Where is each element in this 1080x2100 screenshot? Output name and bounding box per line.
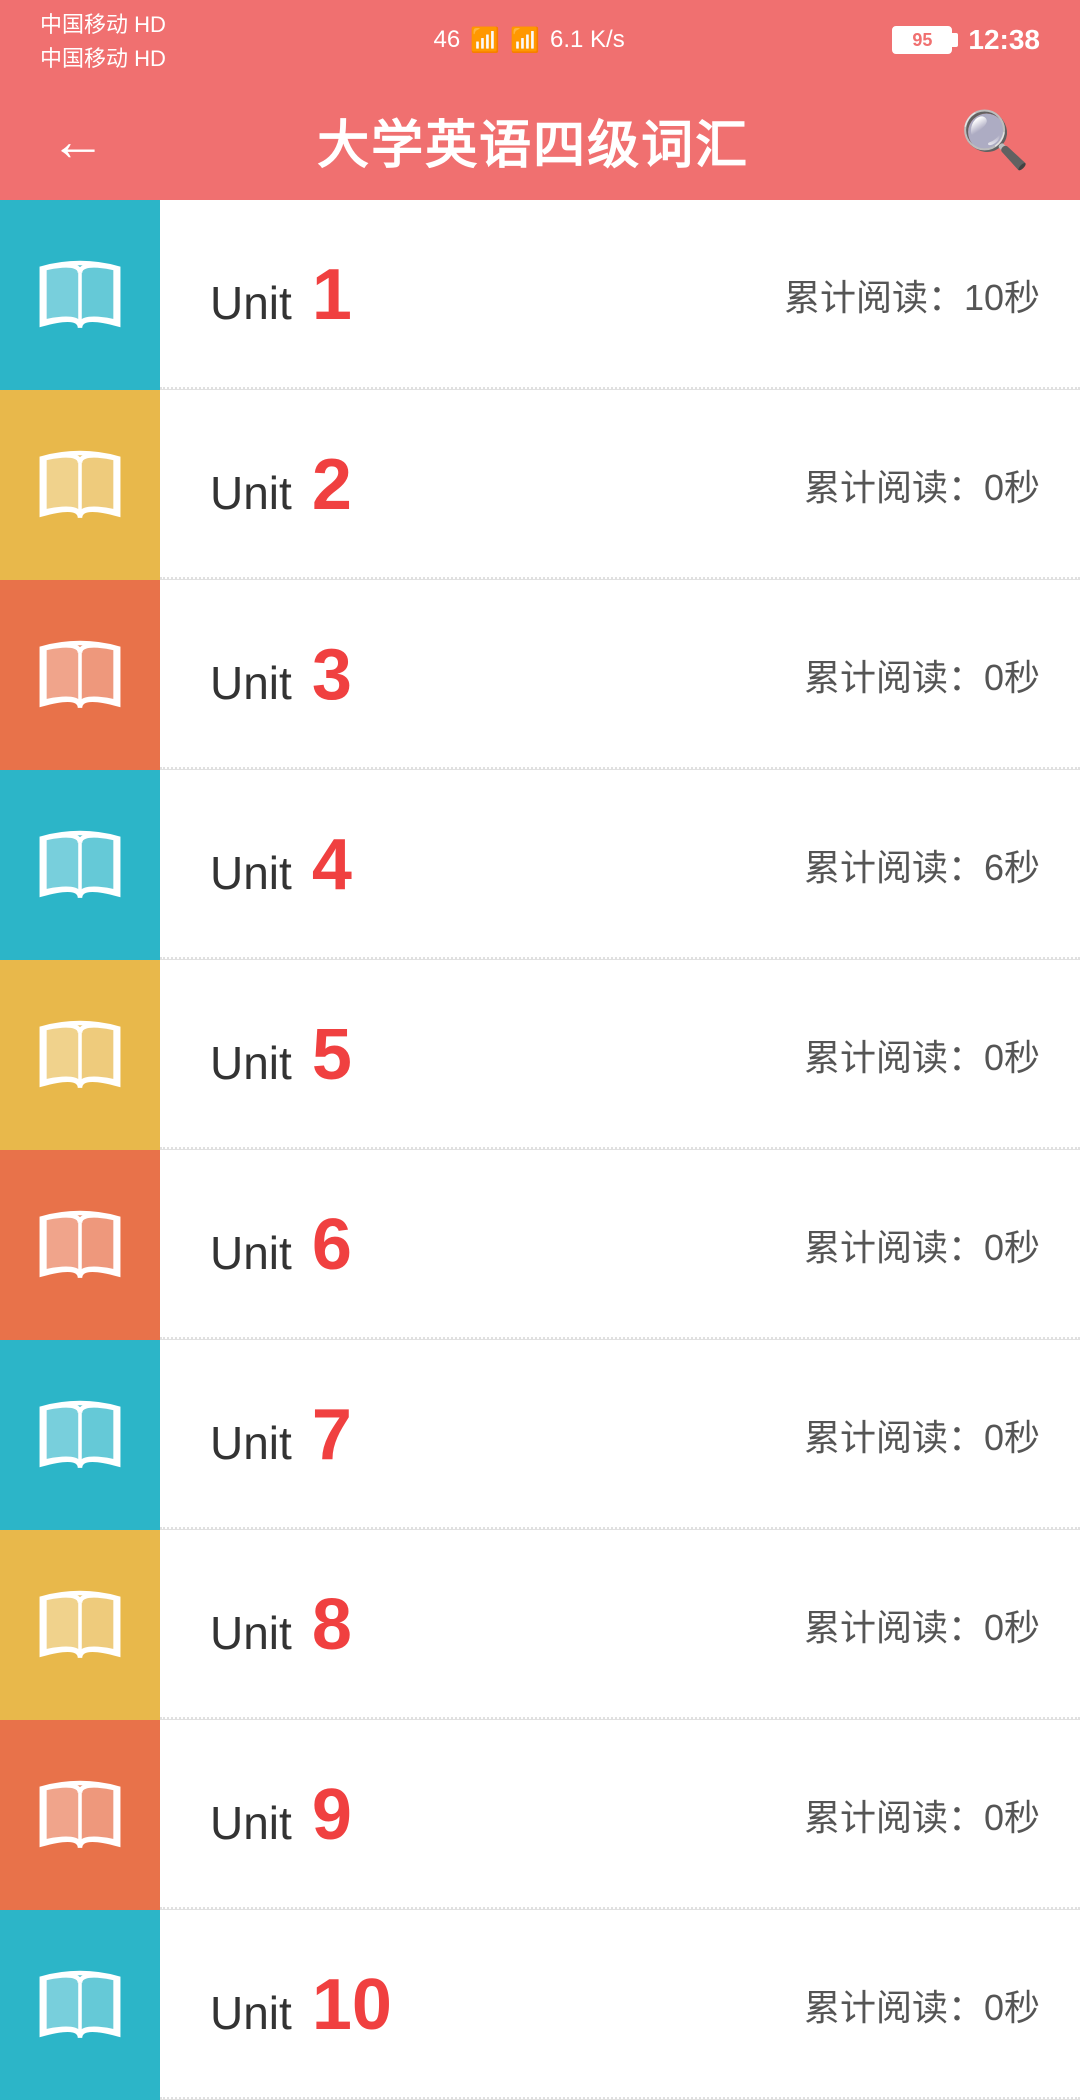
unit-icon-col-7 xyxy=(0,1340,160,1530)
unit-number-1: 1 xyxy=(312,259,352,331)
status-bar: 中国移动 HD 中国移动 HD 46 📶 📶 6.1 K/s 95 12:38 xyxy=(0,0,1080,80)
unit-item-1[interactable]: Unit 1 累计阅读：10秒 xyxy=(0,200,1080,390)
unit-info-1: Unit 1 累计阅读：10秒 xyxy=(160,259,1080,331)
unit-name-6: Unit 6 xyxy=(210,1209,352,1281)
unit-number-2: 2 xyxy=(312,449,352,521)
book-icon xyxy=(30,1395,130,1475)
unit-label-10: Unit xyxy=(210,1986,292,2040)
unit-number-10: 10 xyxy=(312,1969,392,2041)
unit-name-4: Unit 4 xyxy=(210,829,352,901)
unit-reading-7: 累计阅读：0秒 xyxy=(804,1409,1040,1461)
carrier-info: 中国移动 HD 中国移动 HD xyxy=(40,7,166,73)
unit-item-2[interactable]: Unit 2 累计阅读：0秒 xyxy=(0,390,1080,580)
search-button[interactable]: 🔍 xyxy=(960,107,1030,173)
unit-name-1: Unit 1 xyxy=(210,259,352,331)
unit-icon-col-3 xyxy=(0,580,160,770)
book-icon xyxy=(30,635,130,715)
unit-label-9: Unit xyxy=(210,1796,292,1850)
unit-icon-col-6 xyxy=(0,1150,160,1340)
unit-label-4: Unit xyxy=(210,846,292,900)
unit-icon-col-5 xyxy=(0,960,160,1150)
unit-name-8: Unit 8 xyxy=(210,1589,352,1661)
unit-reading-4: 累计阅读：6秒 xyxy=(804,839,1040,891)
battery-indicator: 95 xyxy=(892,26,952,54)
carrier2-label: 中国移动 HD xyxy=(40,41,166,73)
time-label: 12:38 xyxy=(968,24,1040,56)
book-icon xyxy=(30,1585,130,1665)
unit-number-4: 4 xyxy=(312,829,352,901)
unit-label-5: Unit xyxy=(210,1036,292,1090)
unit-reading-6: 累计阅读：0秒 xyxy=(804,1219,1040,1271)
unit-number-6: 6 xyxy=(312,1209,352,1281)
unit-name-7: Unit 7 xyxy=(210,1399,352,1471)
unit-number-9: 9 xyxy=(312,1779,352,1851)
unit-icon-col-9 xyxy=(0,1720,160,1910)
unit-name-2: Unit 2 xyxy=(210,449,352,521)
status-right: 95 12:38 xyxy=(892,24,1040,56)
unit-info-6: Unit 6 累计阅读：0秒 xyxy=(160,1209,1080,1281)
unit-reading-10: 累计阅读：0秒 xyxy=(804,1979,1040,2031)
back-button[interactable]: ← xyxy=(50,108,106,173)
unit-item-9[interactable]: Unit 9 累计阅读：0秒 xyxy=(0,1720,1080,1910)
page-title: 大学英语四级词汇 xyxy=(317,103,749,178)
unit-number-3: 3 xyxy=(312,639,352,711)
unit-item-8[interactable]: Unit 8 累计阅读：0秒 xyxy=(0,1530,1080,1720)
unit-label-6: Unit xyxy=(210,1226,292,1280)
unit-label-8: Unit xyxy=(210,1606,292,1660)
unit-icon-col-10 xyxy=(0,1910,160,2100)
unit-info-9: Unit 9 累计阅读：0秒 xyxy=(160,1779,1080,1851)
unit-item-6[interactable]: Unit 6 累计阅读：0秒 xyxy=(0,1150,1080,1340)
unit-reading-5: 累计阅读：0秒 xyxy=(804,1029,1040,1081)
unit-info-7: Unit 7 累计阅读：0秒 xyxy=(160,1399,1080,1471)
wifi-icon: 📶 xyxy=(510,26,540,55)
unit-info-2: Unit 2 累计阅读：0秒 xyxy=(160,449,1080,521)
speed-label: 6.1 K/s xyxy=(550,26,625,54)
unit-name-9: Unit 9 xyxy=(210,1779,352,1851)
unit-name-5: Unit 5 xyxy=(210,1019,352,1091)
book-icon xyxy=(30,1015,130,1095)
unit-reading-1: 累计阅读：10秒 xyxy=(784,269,1040,321)
content-area: Unit 1 累计阅读：10秒 Unit 2 累计阅读：0秒 Unit 3 累计阅读：0秒 xyxy=(0,200,1080,2100)
unit-item-4[interactable]: Unit 4 累计阅读：6秒 xyxy=(0,770,1080,960)
unit-reading-3: 累计阅读：0秒 xyxy=(804,649,1040,701)
unit-reading-9: 累计阅读：0秒 xyxy=(804,1789,1040,1841)
unit-icon-col-1 xyxy=(0,200,160,390)
unit-info-8: Unit 8 累计阅读：0秒 xyxy=(160,1589,1080,1661)
unit-number-8: 8 xyxy=(312,1589,352,1661)
book-icon xyxy=(30,255,130,335)
unit-reading-2: 累计阅读：0秒 xyxy=(804,459,1040,511)
unit-item-10[interactable]: Unit 10 累计阅读：0秒 xyxy=(0,1910,1080,2100)
carrier1-label: 中国移动 HD xyxy=(40,7,166,39)
unit-icon-col-4 xyxy=(0,770,160,960)
signal-speed: 46 📶 📶 6.1 K/s xyxy=(434,26,625,55)
unit-label-2: Unit xyxy=(210,466,292,520)
navbar: ← 大学英语四级词汇 🔍 xyxy=(0,80,1080,200)
book-icon xyxy=(30,1775,130,1855)
unit-icon-col-2 xyxy=(0,390,160,580)
signal-icon: 📶 xyxy=(470,26,500,55)
network-label: 46 xyxy=(434,26,461,54)
unit-label-7: Unit xyxy=(210,1416,292,1470)
unit-list: Unit 1 累计阅读：10秒 Unit 2 累计阅读：0秒 Unit 3 累计阅读：0秒 xyxy=(0,200,1080,2100)
unit-item-7[interactable]: Unit 7 累计阅读：0秒 xyxy=(0,1340,1080,1530)
book-icon xyxy=(30,445,130,525)
book-icon xyxy=(30,1965,130,2045)
book-icon xyxy=(30,1205,130,1285)
unit-label-3: Unit xyxy=(210,656,292,710)
unit-icon-col-8 xyxy=(0,1530,160,1720)
unit-name-3: Unit 3 xyxy=(210,639,352,711)
unit-name-10: Unit 10 xyxy=(210,1969,392,2041)
unit-info-4: Unit 4 累计阅读：6秒 xyxy=(160,829,1080,901)
unit-label-1: Unit xyxy=(210,276,292,330)
unit-info-3: Unit 3 累计阅读：0秒 xyxy=(160,639,1080,711)
unit-number-7: 7 xyxy=(312,1399,352,1471)
unit-reading-8: 累计阅读：0秒 xyxy=(804,1599,1040,1651)
unit-item-3[interactable]: Unit 3 累计阅读：0秒 xyxy=(0,580,1080,770)
unit-number-5: 5 xyxy=(312,1019,352,1091)
book-icon xyxy=(30,825,130,905)
unit-item-5[interactable]: Unit 5 累计阅读：0秒 xyxy=(0,960,1080,1150)
unit-info-10: Unit 10 累计阅读：0秒 xyxy=(160,1969,1080,2041)
unit-info-5: Unit 5 累计阅读：0秒 xyxy=(160,1019,1080,1091)
